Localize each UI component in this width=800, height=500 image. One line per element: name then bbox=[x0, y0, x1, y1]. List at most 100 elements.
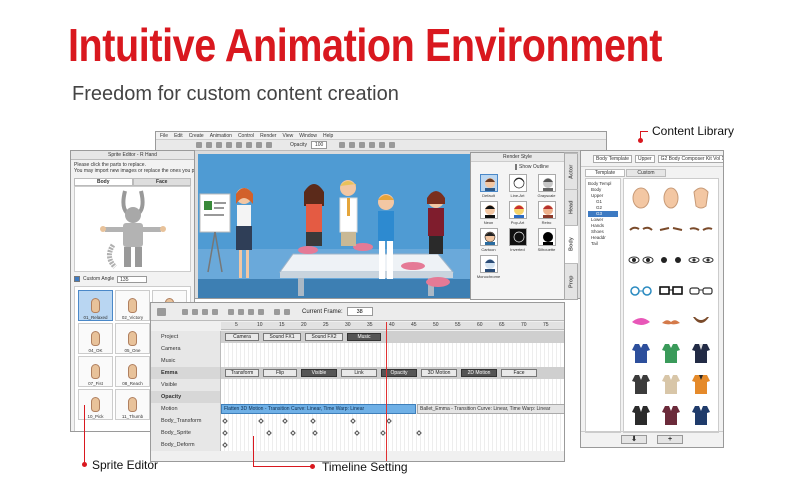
style-neon[interactable]: Neon bbox=[475, 201, 502, 225]
filter-icon[interactable] bbox=[192, 308, 198, 315]
tab-face-sprite[interactable]: Face bbox=[132, 178, 191, 186]
zoom-icon[interactable] bbox=[349, 142, 356, 148]
eyes-asset[interactable] bbox=[626, 244, 656, 275]
face-shape-asset[interactable] bbox=[626, 182, 656, 213]
tab-body-sprite[interactable]: Body bbox=[74, 178, 133, 186]
eyes-asset[interactable] bbox=[656, 244, 686, 275]
style-grayscale[interactable]: Grayscale bbox=[533, 174, 560, 198]
undo-icon[interactable] bbox=[196, 142, 202, 148]
tab-prop[interactable]: Prop bbox=[565, 263, 578, 299]
shirt-asset[interactable] bbox=[626, 368, 656, 399]
shirt-asset[interactable] bbox=[686, 399, 716, 430]
shirt-asset[interactable] bbox=[626, 399, 656, 430]
style-inverted[interactable]: Inverted bbox=[504, 228, 531, 252]
keyframe[interactable] bbox=[258, 418, 264, 424]
menu-file[interactable]: File bbox=[160, 133, 168, 139]
track-label[interactable]: Project bbox=[151, 331, 221, 343]
sprite-thumb[interactable]: 02_Victory bbox=[115, 290, 150, 321]
keyframe[interactable] bbox=[222, 430, 228, 436]
keyframe[interactable] bbox=[266, 430, 272, 436]
zoom-in-icon[interactable] bbox=[228, 308, 234, 315]
list-icon[interactable] bbox=[157, 307, 166, 316]
emma-chip-3d-motion[interactable]: 3D Motion bbox=[421, 369, 457, 377]
style-pop-art[interactable]: Pop-Art bbox=[504, 201, 531, 225]
sprite-thumb[interactable]: 01_Relaxed bbox=[78, 290, 113, 321]
track-label[interactable]: Motion bbox=[151, 403, 221, 415]
shirt-asset[interactable] bbox=[656, 337, 686, 368]
body-part-preview[interactable] bbox=[74, 186, 191, 272]
emma-chip-face[interactable]: Face bbox=[501, 369, 537, 377]
keyframe[interactable] bbox=[222, 418, 228, 424]
track-label[interactable]: Visible bbox=[151, 379, 221, 391]
keyframe[interactable] bbox=[290, 430, 296, 436]
keyframe[interactable] bbox=[386, 418, 392, 424]
select-icon[interactable] bbox=[216, 142, 222, 148]
menu-create[interactable]: Create bbox=[189, 133, 204, 139]
menu-render[interactable]: Render bbox=[260, 133, 276, 139]
motion-clip-ballet[interactable]: Ballet_Emma - Transition Curve: Linear, … bbox=[417, 404, 564, 414]
tree-item[interactable]: Tail bbox=[588, 241, 618, 247]
style-default[interactable]: Default bbox=[475, 174, 502, 198]
style-cartoon[interactable]: Cartoon bbox=[475, 228, 502, 252]
kit-dropdown[interactable]: G2 Body Composer Kit Vol 1 bbox=[657, 154, 723, 163]
eyebrow-asset[interactable] bbox=[626, 213, 656, 244]
fit-icon[interactable] bbox=[379, 142, 386, 148]
stage-viewport[interactable] bbox=[198, 154, 471, 298]
shirt-asset[interactable] bbox=[686, 368, 716, 399]
sprite-thumb[interactable]: 11_Thumb bbox=[115, 389, 150, 420]
stop-icon[interactable] bbox=[284, 308, 290, 315]
eyebrow-asset[interactable] bbox=[656, 213, 686, 244]
shirt-asset[interactable] bbox=[626, 337, 656, 368]
tab-head[interactable]: Head bbox=[565, 189, 578, 225]
track-label[interactable]: Body_Sprite bbox=[151, 427, 221, 439]
grid-icon[interactable] bbox=[258, 308, 264, 315]
ungroup-icon[interactable] bbox=[266, 142, 272, 148]
menu-control[interactable]: Control bbox=[238, 133, 254, 139]
project-chip-sound-fx1[interactable]: Sound FX1 bbox=[263, 333, 301, 341]
keyframe[interactable] bbox=[310, 418, 316, 424]
track-label[interactable]: Camera bbox=[151, 343, 221, 355]
pan-icon[interactable] bbox=[359, 142, 366, 148]
tab-custom[interactable]: Custom bbox=[626, 169, 666, 177]
show-outline-checkbox[interactable] bbox=[515, 164, 517, 170]
shirt-asset[interactable] bbox=[686, 337, 716, 368]
track-label[interactable]: Opacity bbox=[151, 391, 221, 403]
fullscreen-icon[interactable] bbox=[389, 142, 396, 148]
frame-ruler[interactable]: 5 10 15 20 25 30 35 40 45 50 55 60 65 70… bbox=[221, 322, 564, 330]
style-retro[interactable]: Retro bbox=[533, 201, 560, 225]
body-template-dropdown[interactable]: Body Template bbox=[593, 154, 632, 163]
project-chip-sound-fx2[interactable]: Sound FX2 bbox=[305, 333, 343, 341]
eyebrow-asset[interactable] bbox=[686, 213, 716, 244]
group-icon[interactable] bbox=[256, 142, 262, 148]
glasses-asset[interactable] bbox=[686, 275, 716, 306]
add-key-icon[interactable] bbox=[182, 308, 188, 315]
glasses-asset[interactable] bbox=[626, 275, 656, 306]
menu-animation[interactable]: Animation bbox=[210, 133, 232, 139]
redo-icon[interactable] bbox=[206, 142, 212, 148]
current-frame-input[interactable]: 38 bbox=[346, 307, 373, 316]
style-monochrome[interactable]: Monochrome bbox=[475, 255, 502, 279]
face-shape-asset[interactable] bbox=[686, 182, 716, 213]
beard-asset[interactable] bbox=[686, 306, 716, 337]
move-icon[interactable] bbox=[226, 142, 232, 148]
custom-angle-checkbox[interactable] bbox=[74, 276, 80, 282]
emma-chip-flip[interactable]: Flip bbox=[263, 369, 297, 377]
emma-chip-2d-motion[interactable]: 2D Motion bbox=[461, 369, 497, 377]
tab-body[interactable]: Body bbox=[565, 225, 578, 263]
style-silhouette[interactable]: Silhouette bbox=[533, 228, 560, 252]
keyframe[interactable] bbox=[380, 430, 386, 436]
face-shape-asset[interactable] bbox=[656, 182, 686, 213]
project-chip-camera[interactable]: Camera bbox=[225, 333, 259, 341]
home-icon[interactable] bbox=[369, 142, 376, 148]
sprite-thumb[interactable]: 08_Reach bbox=[115, 356, 150, 387]
emma-chip-transform[interactable]: Transform bbox=[225, 369, 259, 377]
glasses-asset[interactable] bbox=[656, 275, 686, 306]
lips-asset[interactable] bbox=[626, 306, 656, 337]
emma-chip-visible[interactable]: Visible bbox=[301, 369, 337, 377]
tab-template[interactable]: Template bbox=[585, 169, 625, 177]
track-label[interactable]: Emma bbox=[151, 367, 221, 379]
play-icon[interactable] bbox=[274, 308, 280, 315]
menu-help[interactable]: Help bbox=[323, 133, 333, 139]
keyframe[interactable] bbox=[416, 430, 422, 436]
sprite-thumb[interactable]: 07_Fist bbox=[78, 356, 113, 387]
